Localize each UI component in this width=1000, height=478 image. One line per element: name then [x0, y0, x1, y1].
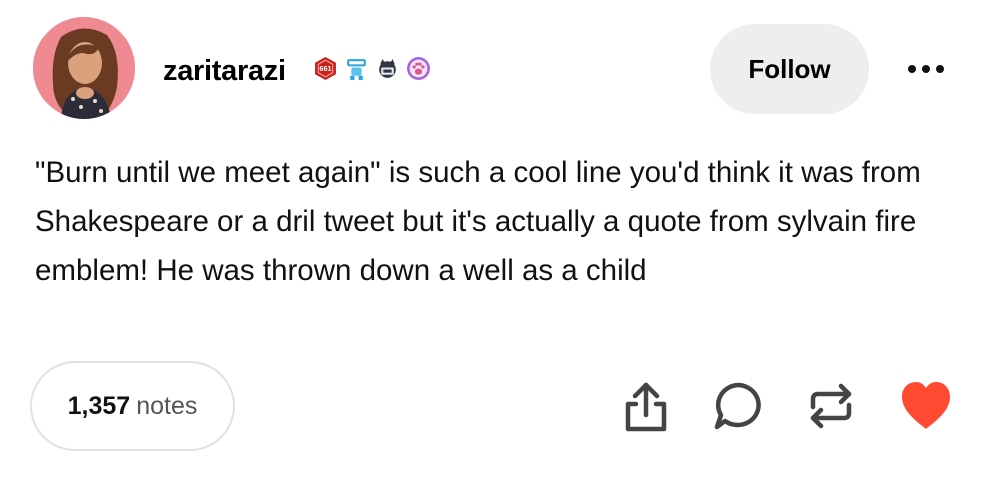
avatar[interactable] — [33, 17, 135, 119]
more-options-icon[interactable] — [900, 56, 952, 82]
cat-computer-badge-icon — [379, 59, 396, 78]
more-dot — [922, 65, 930, 73]
like-button[interactable] — [898, 377, 954, 435]
reply-button[interactable] — [712, 377, 764, 435]
share-button[interactable] — [620, 377, 672, 435]
reblog-icon — [810, 383, 852, 429]
follow-button[interactable]: Follow — [710, 24, 869, 114]
user-badges: 661 — [313, 56, 431, 81]
notes-label: notes — [136, 391, 198, 420]
reblog-button[interactable] — [805, 377, 857, 435]
red-hex-badge-icon: 661 — [315, 57, 336, 80]
post-body: "Burn until we meet again" is such a coo… — [35, 156, 921, 287]
more-dot — [908, 65, 916, 73]
like-heart-icon — [902, 382, 950, 429]
notes-count: 1,357 — [67, 391, 131, 420]
share-icon — [625, 382, 667, 432]
post-username[interactable]: zaritarazi — [163, 55, 286, 88]
purple-paw-badge-icon — [407, 57, 430, 80]
blue-robot-badge-icon — [347, 59, 366, 80]
more-dot — [936, 65, 944, 73]
red-hex-badge-text: 661 — [319, 64, 331, 73]
notes-button[interactable]: 1,357 notes — [30, 361, 235, 451]
reply-icon — [714, 382, 761, 430]
